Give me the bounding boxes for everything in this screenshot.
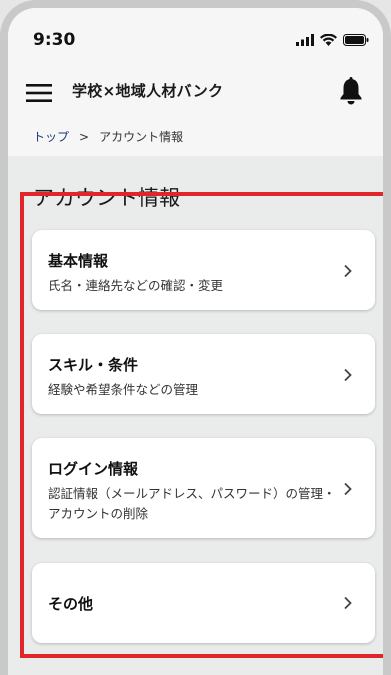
wifi-icon <box>320 34 337 46</box>
phone-frame: 9:30 学校×地域人材バンク トップ > アカウント情報 アカウント情報 基本… <box>0 0 391 675</box>
status-bar: 9:30 <box>8 8 383 64</box>
highlight-box <box>20 192 383 658</box>
status-time: 9:30 <box>33 30 76 50</box>
breadcrumb-current: アカウント情報 <box>99 130 184 144</box>
battery-icon <box>343 34 369 46</box>
app-bar: 学校×地域人材バンク <box>8 64 383 120</box>
hamburger-menu-icon[interactable] <box>26 82 52 104</box>
bell-icon[interactable] <box>337 76 365 106</box>
breadcrumb-home-link[interactable]: トップ <box>33 128 69 145</box>
breadcrumb: トップ > アカウント情報 <box>33 128 183 145</box>
signal-icon <box>296 34 314 46</box>
breadcrumb-separator: > <box>79 129 90 144</box>
status-icons <box>296 34 369 46</box>
app-title: 学校×地域人材バンク <box>72 82 224 100</box>
